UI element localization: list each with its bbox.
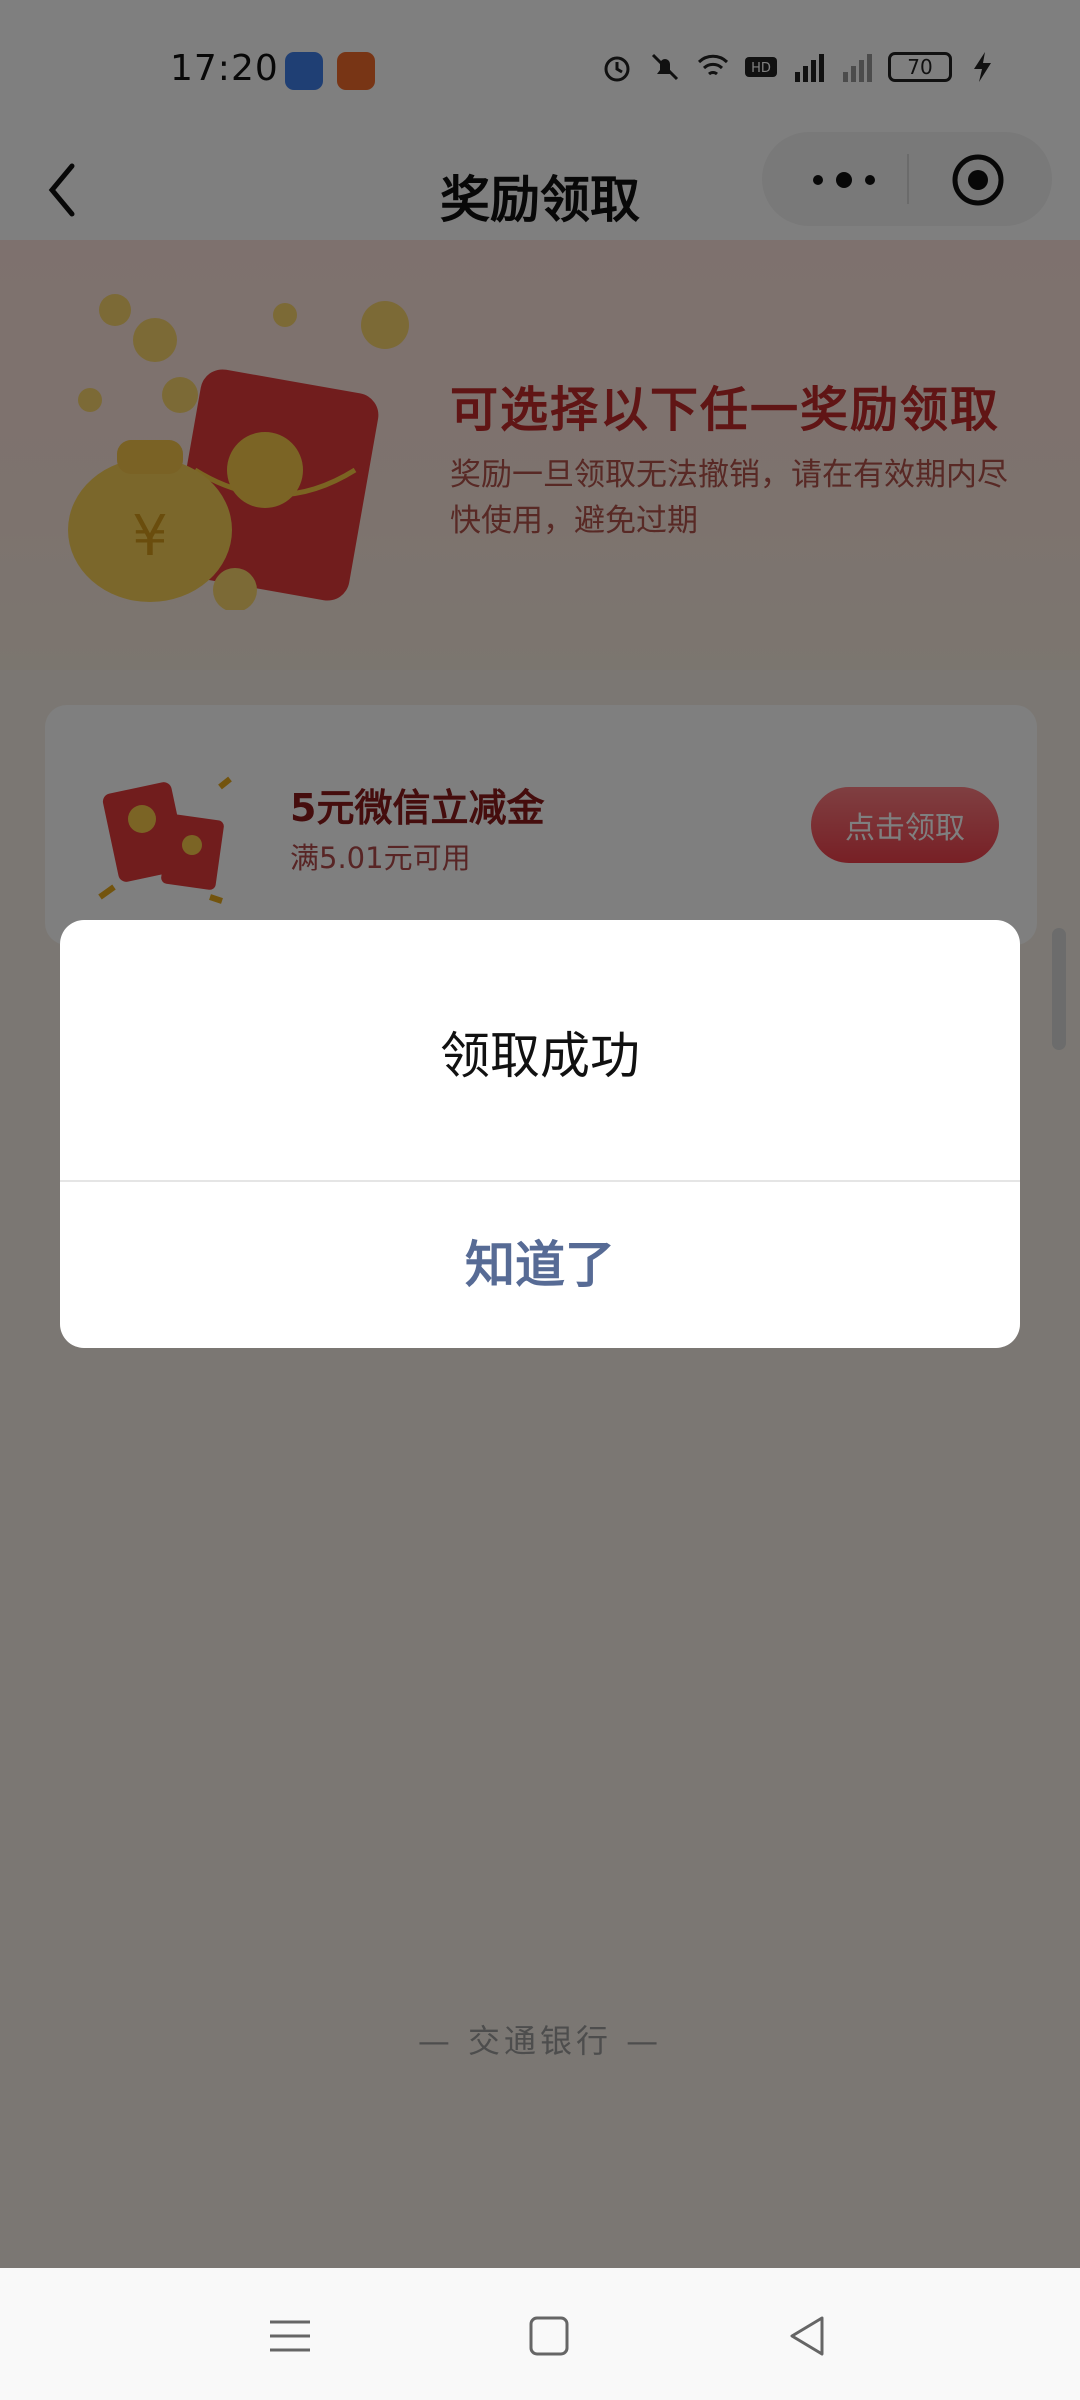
home-square-icon[interactable] xyxy=(521,2308,577,2364)
success-dialog: 领取成功 知道了 xyxy=(60,920,1020,1348)
menu-icon[interactable] xyxy=(262,2308,318,2364)
confirm-button[interactable]: 知道了 xyxy=(60,1182,1020,1348)
system-navigation-bar xyxy=(0,2268,1080,2400)
back-triangle-icon[interactable] xyxy=(780,2308,836,2364)
dialog-title: 领取成功 xyxy=(440,1027,640,1085)
